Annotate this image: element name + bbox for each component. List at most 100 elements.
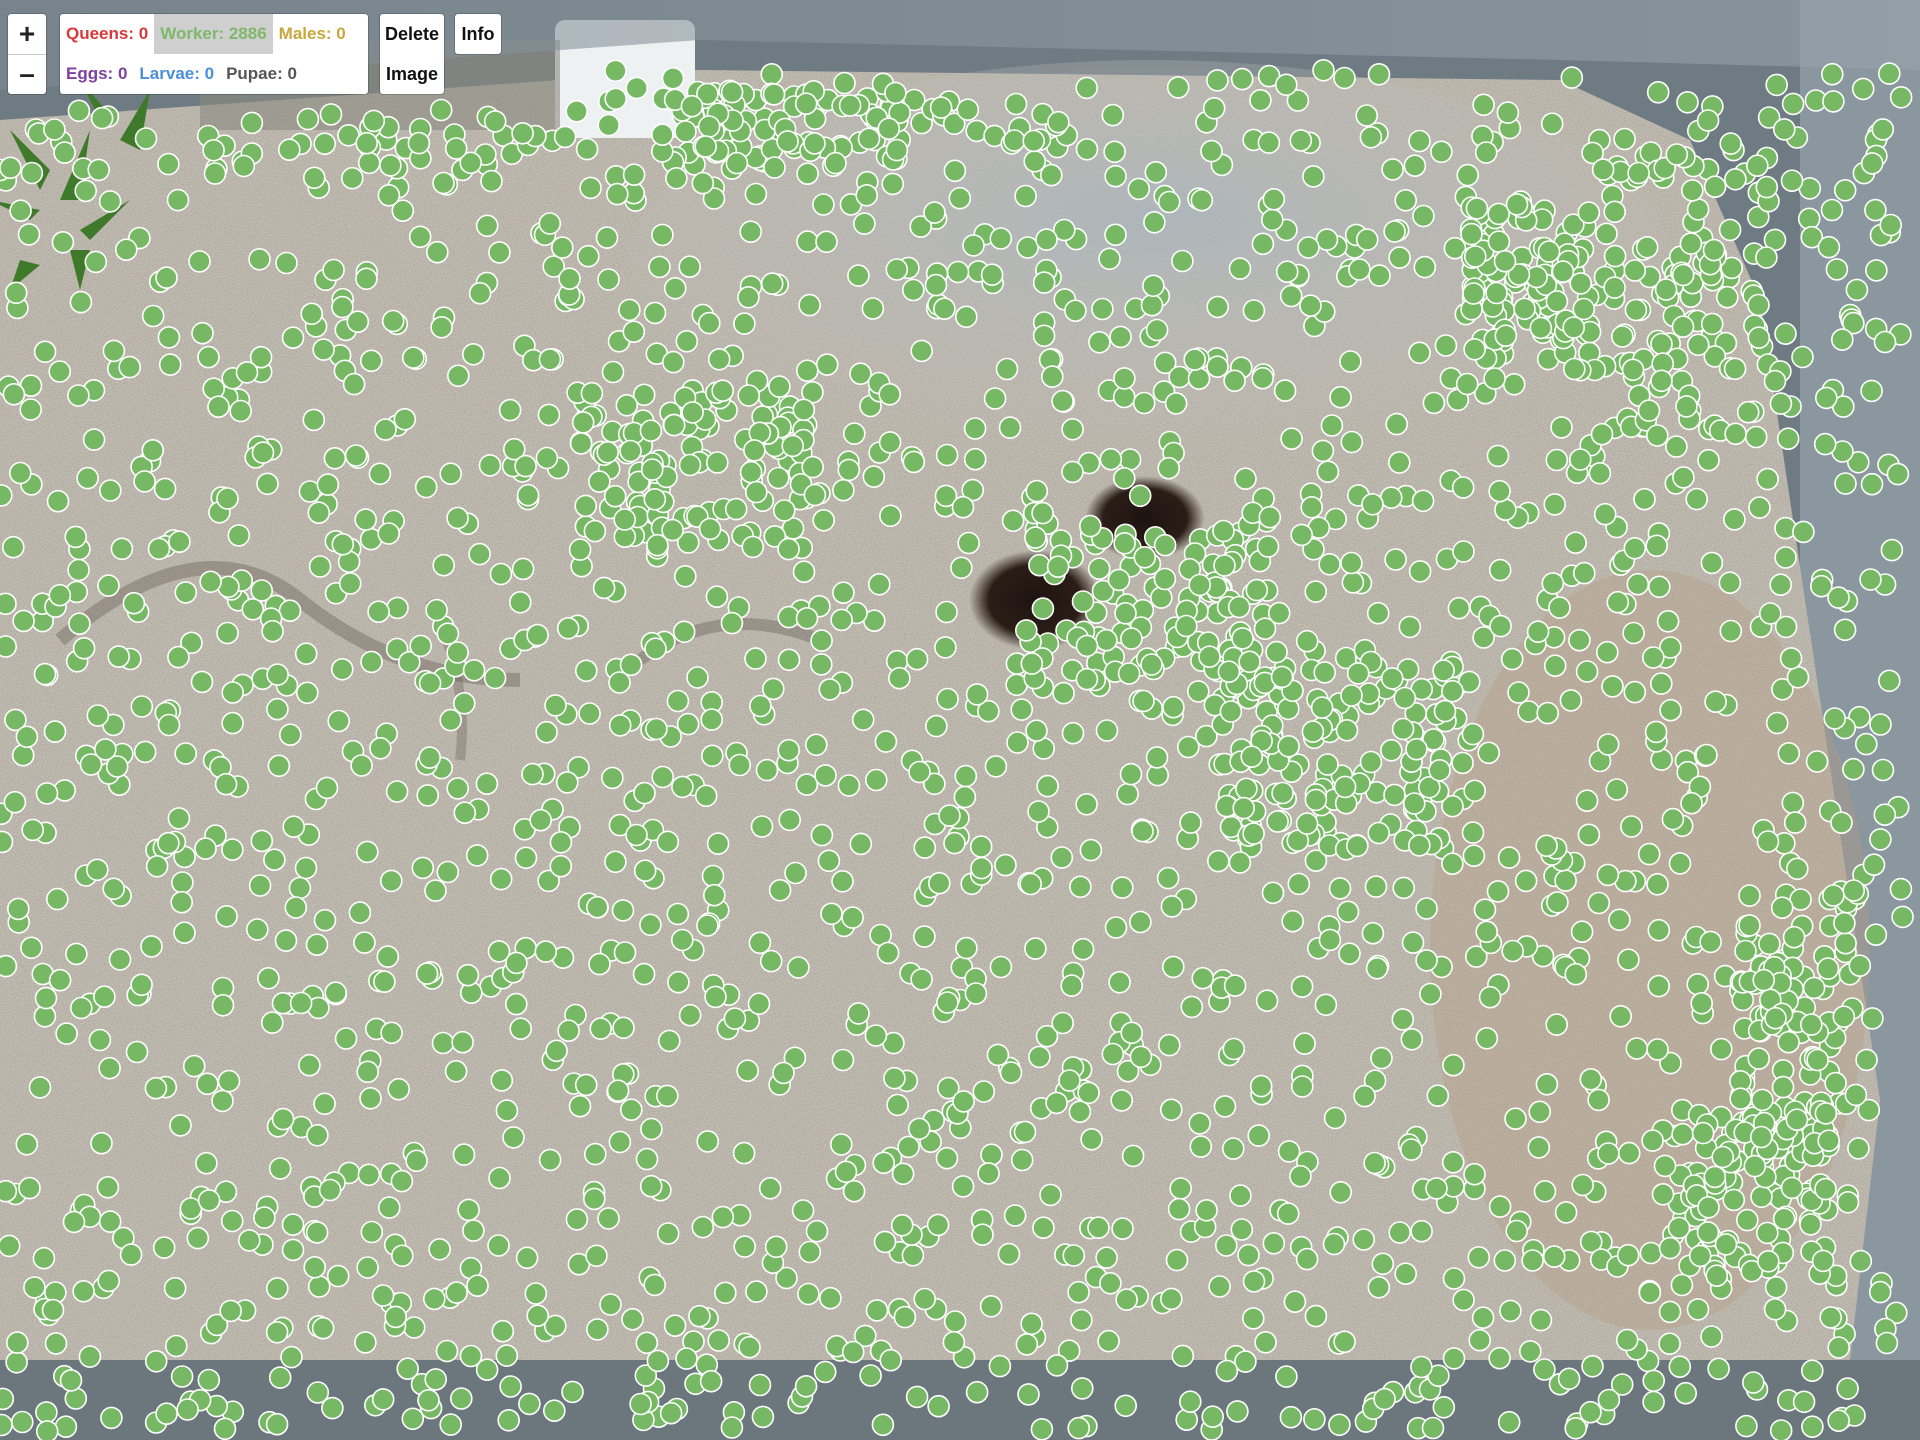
worker-marker[interactable] bbox=[465, 844, 489, 867]
worker-marker[interactable] bbox=[23, 1276, 46, 1299]
worker-marker[interactable] bbox=[671, 775, 694, 799]
worker-marker[interactable] bbox=[1557, 1367, 1581, 1391]
worker-marker[interactable] bbox=[526, 623, 549, 647]
worker-marker[interactable] bbox=[1166, 76, 1190, 99]
worker-marker[interactable] bbox=[818, 678, 842, 701]
worker-marker[interactable] bbox=[1462, 844, 1486, 868]
worker-marker[interactable] bbox=[261, 619, 284, 643]
worker-marker[interactable] bbox=[796, 230, 819, 253]
worker-marker[interactable] bbox=[1167, 1197, 1191, 1221]
worker-marker[interactable] bbox=[1447, 596, 1471, 620]
worker-marker[interactable] bbox=[1028, 553, 1051, 577]
worker-marker[interactable] bbox=[803, 132, 826, 155]
worker-marker[interactable] bbox=[1140, 293, 1164, 317]
worker-marker[interactable] bbox=[666, 689, 690, 713]
worker-marker[interactable] bbox=[1801, 1359, 1824, 1382]
worker-marker[interactable] bbox=[1467, 1246, 1491, 1269]
worker-marker[interactable] bbox=[1373, 1387, 1396, 1411]
worker-marker[interactable] bbox=[1061, 460, 1084, 484]
worker-marker[interactable] bbox=[640, 458, 664, 481]
worker-marker[interactable] bbox=[0, 484, 13, 507]
worker-marker[interactable] bbox=[738, 1335, 761, 1359]
worker-marker[interactable] bbox=[1497, 846, 1521, 869]
worker-marker[interactable] bbox=[1230, 1218, 1254, 1241]
worker-marker[interactable] bbox=[140, 935, 163, 958]
worker-marker[interactable] bbox=[1861, 1007, 1884, 1030]
worker-marker[interactable] bbox=[1638, 1281, 1662, 1304]
worker-marker[interactable] bbox=[1295, 629, 1319, 653]
worker-marker[interactable] bbox=[1289, 1164, 1312, 1188]
worker-marker[interactable] bbox=[1200, 139, 1223, 163]
worker-marker[interactable] bbox=[1275, 1365, 1298, 1388]
worker-marker[interactable] bbox=[1067, 1416, 1090, 1440]
worker-marker[interactable] bbox=[157, 326, 181, 349]
worker-marker[interactable] bbox=[1162, 955, 1185, 979]
worker-marker[interactable] bbox=[357, 151, 381, 175]
worker-marker[interactable] bbox=[1765, 73, 1788, 97]
worker-marker[interactable] bbox=[1658, 1300, 1682, 1324]
worker-marker[interactable] bbox=[1190, 188, 1214, 212]
worker-marker[interactable] bbox=[639, 1174, 663, 1198]
worker-marker[interactable] bbox=[278, 599, 302, 623]
worker-marker[interactable] bbox=[1099, 1272, 1122, 1295]
worker-marker[interactable] bbox=[1087, 1216, 1110, 1239]
worker-marker[interactable] bbox=[935, 443, 959, 467]
worker-marker[interactable] bbox=[1226, 1400, 1249, 1423]
worker-marker[interactable] bbox=[1621, 358, 1645, 382]
worker-marker[interactable] bbox=[315, 776, 339, 800]
worker-marker[interactable] bbox=[35, 1420, 59, 1440]
worker-marker[interactable] bbox=[1256, 535, 1280, 558]
worker-marker[interactable] bbox=[511, 122, 534, 145]
worker-marker[interactable] bbox=[307, 501, 331, 525]
worker-marker[interactable] bbox=[796, 162, 819, 185]
worker-marker[interactable] bbox=[766, 466, 790, 490]
worker-marker[interactable] bbox=[1859, 568, 1882, 591]
worker-marker[interactable] bbox=[439, 1413, 463, 1436]
worker-marker[interactable] bbox=[1006, 731, 1029, 754]
worker-marker[interactable] bbox=[1646, 424, 1669, 447]
worker-marker[interactable] bbox=[1280, 427, 1303, 451]
worker-marker[interactable] bbox=[1814, 1177, 1837, 1201]
worker-marker[interactable] bbox=[1340, 551, 1363, 575]
worker-marker[interactable] bbox=[1647, 918, 1671, 942]
worker-marker[interactable] bbox=[1494, 324, 1518, 348]
worker-marker[interactable] bbox=[1179, 811, 1202, 834]
worker-marker[interactable] bbox=[657, 1029, 681, 1053]
worker-marker[interactable] bbox=[815, 230, 838, 254]
worker-marker[interactable] bbox=[878, 431, 902, 454]
worker-marker[interactable] bbox=[87, 158, 110, 182]
worker-marker[interactable] bbox=[488, 1166, 511, 1190]
worker-marker[interactable] bbox=[1408, 834, 1431, 857]
worker-marker[interactable] bbox=[984, 755, 1008, 778]
worker-marker[interactable] bbox=[1175, 614, 1198, 638]
worker-marker[interactable] bbox=[957, 531, 981, 555]
worker-marker[interactable] bbox=[311, 1316, 335, 1340]
worker-marker[interactable] bbox=[1869, 713, 1892, 736]
worker-marker[interactable] bbox=[96, 1176, 120, 1199]
worker-marker[interactable] bbox=[1718, 571, 1742, 595]
worker-marker[interactable] bbox=[1645, 534, 1668, 558]
worker-marker[interactable] bbox=[933, 297, 956, 321]
worker-marker[interactable] bbox=[1207, 849, 1230, 873]
worker-marker[interactable] bbox=[401, 346, 425, 370]
worker-marker[interactable] bbox=[797, 1282, 820, 1306]
worker-marker[interactable] bbox=[1150, 586, 1173, 609]
worker-marker[interactable] bbox=[1848, 954, 1872, 978]
worker-marker[interactable] bbox=[606, 1079, 630, 1102]
worker-marker[interactable] bbox=[1860, 152, 1884, 175]
worker-marker[interactable] bbox=[1514, 869, 1538, 893]
worker-marker[interactable] bbox=[1304, 788, 1328, 812]
delete-button[interactable]: Delete bbox=[380, 14, 444, 54]
worker-marker[interactable] bbox=[1865, 259, 1888, 282]
worker-marker[interactable] bbox=[1770, 896, 1794, 920]
worker-marker[interactable] bbox=[1442, 1347, 1466, 1370]
worker-marker[interactable] bbox=[1104, 916, 1128, 939]
worker-marker[interactable] bbox=[953, 785, 977, 809]
worker-marker[interactable] bbox=[1291, 1075, 1314, 1098]
worker-marker[interactable] bbox=[355, 131, 379, 155]
worker-marker[interactable] bbox=[15, 1133, 39, 1156]
worker-marker[interactable] bbox=[1013, 1120, 1037, 1144]
worker-marker[interactable] bbox=[379, 154, 402, 177]
worker-marker[interactable] bbox=[864, 768, 888, 792]
worker-marker[interactable] bbox=[173, 921, 196, 945]
